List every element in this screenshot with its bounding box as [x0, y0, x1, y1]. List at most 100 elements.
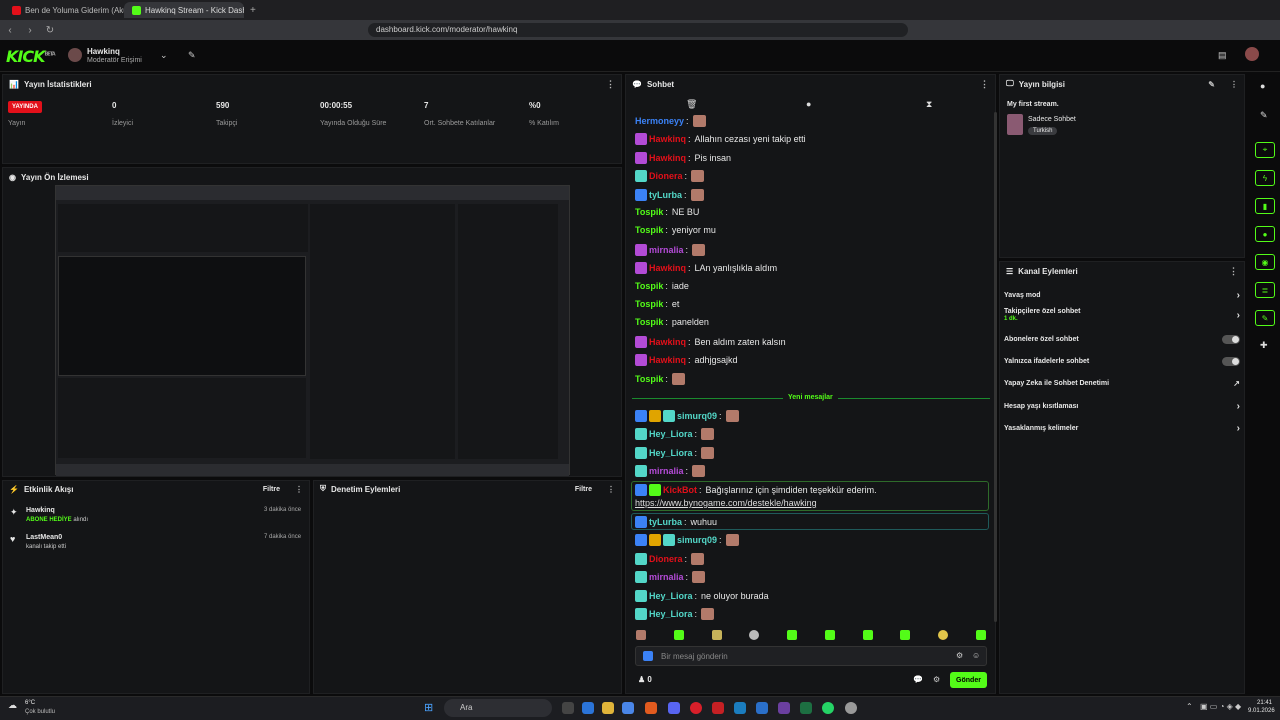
- reload-icon[interactable]: ↻: [40, 25, 60, 36]
- chevron-down-icon[interactable]: ⌄: [160, 50, 168, 61]
- more-icon[interactable]: ⋮: [295, 485, 303, 494]
- chat-username[interactable]: Dionera: [649, 554, 683, 564]
- ai-moderation-row[interactable]: Yapay Zeka ile Sohbet Denetimi ↗: [1004, 379, 1240, 388]
- tray-icons[interactable]: ▣ ▭ ◔ ◈ ◆: [1200, 702, 1241, 711]
- emote-only-toggle[interactable]: [1222, 357, 1240, 366]
- chat-username[interactable]: Hawkinq: [649, 153, 686, 163]
- chat-username[interactable]: Hey_Liora: [649, 429, 693, 439]
- rail-chat-icon[interactable]: ●: [1255, 226, 1275, 242]
- chat-bubble-icon[interactable]: ●: [806, 99, 811, 109]
- emote-icon[interactable]: [711, 630, 722, 640]
- moderation-filter-button[interactable]: Filtre: [575, 486, 592, 493]
- address-input[interactable]: dashboard.kick.com/moderator/hawkinq: [368, 23, 908, 37]
- user-avatar[interactable]: [1245, 47, 1259, 61]
- trash-icon[interactable]: 🗑: [686, 99, 697, 110]
- chat-scrollbar[interactable]: [994, 112, 997, 622]
- chat-username[interactable]: Tospik: [635, 299, 663, 309]
- chat-username[interactable]: Tospik: [635, 207, 663, 217]
- store-icon[interactable]: ▤: [1218, 50, 1227, 61]
- emote-icon[interactable]: [787, 630, 798, 640]
- whatsapp-icon[interactable]: [822, 702, 834, 714]
- chat-username[interactable]: Hawkinq: [649, 134, 686, 144]
- more-icon[interactable]: ⋮: [1229, 266, 1238, 277]
- app-icon[interactable]: [778, 702, 790, 714]
- more-icon[interactable]: ⋮: [1230, 80, 1238, 89]
- kick-logo[interactable]: KICKBETA: [6, 47, 56, 66]
- emote-icon[interactable]: [975, 630, 986, 640]
- category-name[interactable]: Sadece Sohbet: [1028, 116, 1076, 123]
- emote-icon[interactable]: [862, 630, 873, 640]
- chat-username[interactable]: Hawkinq: [649, 263, 686, 273]
- chat-username[interactable]: mirnalia: [649, 572, 684, 582]
- chat-username[interactable]: Dionera: [649, 171, 683, 181]
- chat-username[interactable]: Hey_Liora: [649, 609, 693, 619]
- new-tab-icon[interactable]: +: [250, 5, 256, 16]
- browser-tab[interactable]: Ben de Yoluma Giderim (Akustik): [4, 2, 124, 18]
- windows-start-icon[interactable]: ⊞: [424, 702, 436, 714]
- rail-target-icon[interactable]: ⌖: [1255, 142, 1275, 158]
- hourglass-icon[interactable]: ⧗: [926, 99, 932, 110]
- add-widget-icon[interactable]: ✚: [1260, 340, 1268, 351]
- stream-preview[interactable]: [55, 185, 570, 476]
- gear-icon[interactable]: ⚙: [933, 675, 940, 684]
- chat-username[interactable]: Tospik: [635, 374, 663, 384]
- chat-username[interactable]: Hawkinq: [649, 355, 686, 365]
- more-icon[interactable]: ⋮: [607, 485, 615, 494]
- language-tag[interactable]: Turkish: [1028, 127, 1058, 135]
- chat-username[interactable]: Hawkinq: [649, 337, 686, 347]
- account-age-row[interactable]: Hesap yaşı kısıtlaması ›: [1004, 401, 1240, 412]
- steam-icon[interactable]: [734, 702, 746, 714]
- emote-icon[interactable]: [900, 630, 911, 640]
- rail-wrench-icon[interactable]: ✎: [1255, 310, 1275, 326]
- brave-icon[interactable]: [645, 702, 657, 714]
- rail-bolt-icon[interactable]: ϟ: [1255, 170, 1275, 186]
- subscribers-only-toggle[interactable]: [1222, 335, 1240, 344]
- emoji-icon[interactable]: ☺: [972, 651, 980, 660]
- more-icon[interactable]: ⋮: [980, 79, 989, 90]
- chat-username[interactable]: Hey_Liora: [649, 448, 693, 458]
- folder-icon[interactable]: [602, 702, 614, 714]
- emote-icon[interactable]: [636, 630, 646, 640]
- emote-icon[interactable]: [824, 630, 835, 640]
- activity-filter-button[interactable]: Filtre: [263, 486, 280, 493]
- taskbar-search[interactable]: Ara: [444, 699, 552, 717]
- emote-icon[interactable]: [938, 630, 949, 640]
- chat-username[interactable]: Tospik: [635, 317, 663, 327]
- emote-icon[interactable]: [749, 630, 760, 640]
- rail-list-icon[interactable]: ≣: [1255, 282, 1275, 298]
- back-icon[interactable]: ‹: [0, 25, 20, 36]
- discord-icon[interactable]: [668, 702, 680, 714]
- forward-icon[interactable]: ›: [20, 25, 40, 36]
- send-button[interactable]: Gönder: [950, 672, 987, 688]
- bot-icon[interactable]: ⚙: [956, 651, 963, 660]
- weather-temp[interactable]: 6°C: [25, 700, 35, 706]
- rail-shield-icon[interactable]: ▮: [1255, 198, 1275, 214]
- rail-broadcast-icon[interactable]: ◉: [1255, 254, 1275, 270]
- chat-username[interactable]: Hey_Liora: [649, 591, 693, 601]
- slow-mode-row[interactable]: Yavaş mod ›: [1004, 290, 1240, 301]
- emote-icon[interactable]: [673, 630, 684, 640]
- followers-only-row[interactable]: Takipçilere özel sohbet 1 dk. ›: [1004, 308, 1240, 322]
- app-icon[interactable]: [712, 702, 724, 714]
- chat-username[interactable]: mirnalia: [649, 245, 684, 255]
- edit-icon[interactable]: ✎: [1208, 80, 1215, 89]
- taskview-icon[interactable]: [562, 702, 574, 714]
- browser-tab-active[interactable]: Hawkinq Stream - Kick Dashb: [124, 2, 244, 18]
- pen-icon[interactable]: ✎: [1260, 110, 1268, 121]
- obs-icon[interactable]: [845, 702, 857, 714]
- edge-icon[interactable]: [582, 702, 594, 714]
- tray-chevron-icon[interactable]: ⌃: [1186, 702, 1193, 711]
- clock[interactable]: 21:41 9.01.2026: [1248, 700, 1275, 714]
- chat-input[interactable]: Bir mesaj gönderin ⚙ ☺: [635, 646, 987, 666]
- chat-username[interactable]: Tospik: [635, 281, 663, 291]
- chat-username[interactable]: mirnalia: [649, 466, 684, 476]
- banned-words-row[interactable]: Yasaklanmış kelimeler ›: [1004, 423, 1240, 434]
- wrench-icon[interactable]: ✎: [188, 50, 196, 61]
- chat-username[interactable]: Hermoneyy: [635, 116, 684, 126]
- chat-settings-bubble-icon[interactable]: 💬: [913, 675, 923, 684]
- excel-icon[interactable]: [800, 702, 812, 714]
- store-icon[interactable]: [622, 702, 634, 714]
- info-icon[interactable]: ●: [1260, 81, 1265, 91]
- more-icon[interactable]: ⋮: [606, 79, 615, 90]
- chat-username[interactable]: tyLurba: [649, 190, 682, 200]
